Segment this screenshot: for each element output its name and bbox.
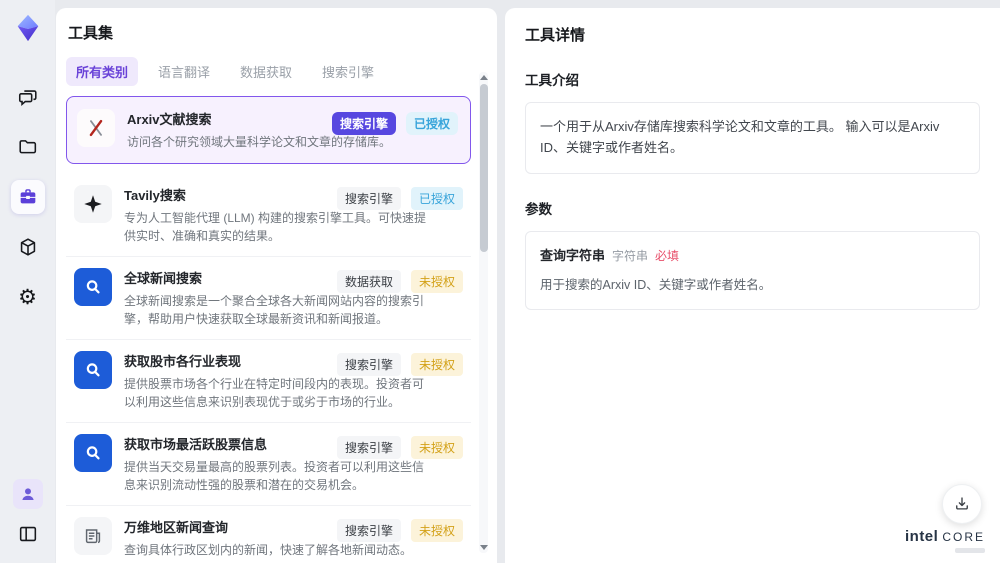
category-badge: 搜索引擎 [336,353,401,376]
intel-logo-subbar [955,548,985,553]
auth-badge: 未授权 [410,436,463,459]
category-tabs: 所有类别 语言翻译 数据获取 搜索引擎 [66,57,471,86]
intel-brand-text: intel [904,528,939,545]
download-icon [956,497,968,510]
scrollbar[interactable] [479,72,488,553]
detail-panel: 工具详情 工具介绍 一个用于从Arxiv存储库搜索科学论文和文章的工具。 输入可… [505,8,1000,563]
core-brand-text: CORE [942,530,985,544]
sidebar-nav: ⚙ [10,80,45,314]
tool-list: Arxiv文献搜索 访问各个研究领域大量科学论文和文章的存储库。 搜索引擎 已授… [66,96,471,563]
scroll-up-arrow-icon[interactable] [479,75,488,80]
tools-panel-title: 工具集 [68,25,114,42]
tool-badges: 搜索引擎 未授权 [336,519,463,542]
tool-description: 提供当天交易量最高的股票列表。投资者可以利用这些信息来识别流动性强的股票和潜在的… [124,460,425,492]
tool-badges: 搜索引擎 已授权 [336,187,463,210]
intel-core-logo: intel CORE [905,528,985,553]
folder-icon [18,140,36,154]
category-badge: 数据获取 [336,270,401,293]
tab-1[interactable]: 所有类别 [66,57,139,86]
tool-card[interactable]: Arxiv文献搜索 访问各个研究领域大量科学论文和文章的存储库。 搜索引擎 已授… [66,96,471,164]
param-head: 查询字符串 字符串 必填 [540,246,965,267]
sidebar-bottom [11,479,45,551]
nav-chat[interactable] [11,80,45,114]
tool-description: 全球新闻搜索是一个聚合全球各大新闻网站内容的搜索引擎，帮助用户快速获取全球最新资… [124,294,425,326]
tool-name: 全球新闻搜索 [124,271,203,286]
nav-tools[interactable] [10,180,45,214]
arxiv-logo-icon [89,119,103,137]
tool-badges: 搜索引擎 未授权 [336,353,463,376]
search-icon [86,280,100,294]
param-description: 用于搜索的Arxiv ID、关键字或作者姓名。 [540,278,772,293]
tool-name: 获取市场最活跃股票信息 [124,437,268,452]
tools-panel: 工具集 所有类别语言翻译数据获取搜索引擎 Arxiv文献搜索 访问各个研究 [56,8,497,563]
auth-badge: 未授权 [410,353,463,376]
nav-files[interactable] [11,130,45,164]
auth-badge: 未授权 [410,270,463,293]
tool-card[interactable]: 获取市场最活跃股票信息 提供当天交易量最高的股票列表。投资者可以利用这些信息来识… [66,423,471,506]
tool-name: 获取股市各行业表现 [124,354,242,369]
nav-models[interactable] [11,230,45,264]
download-button[interactable] [942,484,982,524]
param-name: 查询字符串 [540,247,606,263]
tool-name: Tavily搜索 [124,188,186,203]
auth-badge: 已授权 [410,187,463,210]
tool-card[interactable]: 获取股市各行业表现 提供股票市场各个行业在特定时间段内的表现。投资者可以利用这些… [66,340,471,423]
chat-icon [18,90,37,107]
category-badge: 搜索引擎 [331,112,396,135]
tool-card[interactable]: 全球新闻搜索 全球新闻搜索是一个聚合全球各大新闻网站内容的搜索引擎，帮助用户快速… [66,257,471,340]
scrollbar-thumb[interactable] [479,84,488,252]
toolbox-icon [20,189,35,204]
tavily-star-icon [84,195,102,213]
search-icon [86,446,100,460]
app-logo[interactable] [12,12,44,44]
user-avatar[interactable] [12,479,43,509]
panel-toggle[interactable] [11,517,45,551]
tab-3[interactable]: 数据获取 [230,57,302,86]
category-badge: 搜索引擎 [336,519,401,542]
panel-toggle-icon [19,526,36,542]
tool-badges: 搜索引擎 未授权 [336,436,463,459]
tool-badges: 数据获取 未授权 [336,270,463,293]
tab-2[interactable]: 语言翻译 [148,57,220,86]
diamond-logo-icon [17,14,38,42]
cube-icon [20,238,35,256]
param-card: 查询字符串 字符串 必填 用于搜索的Arxiv ID、关键字或作者姓名。 [525,230,980,311]
tool-badges: 搜索引擎 已授权 [331,112,458,135]
user-icon [21,488,34,500]
scroll-down-arrow-icon[interactable] [479,545,488,550]
tool-description: 查询具体行政区划内的新闻，快速了解各地新闻动态。 [124,543,413,557]
param-type: 字符串 [612,248,649,263]
app-sidebar: ⚙ [0,0,55,563]
tool-name: Arxiv文献搜索 [127,112,212,127]
auth-badge: 已授权 [405,112,458,135]
category-badge: 搜索引擎 [336,436,401,459]
detail-panel-title: 工具详情 [525,27,586,44]
tool-description: 访问各个研究领域大量科学论文和文章的存储库。 [127,135,392,149]
news-icon [85,529,101,544]
intro-text: 一个用于从Arxiv存储库搜索科学论文和文章的工具。 输入可以是Arxiv ID… [540,119,940,155]
nav-settings[interactable]: ⚙ [11,280,45,314]
params-heading: 参数 [525,201,552,217]
tool-description: 专为人工智能代理 (LLM) 构建的搜索引擎工具。可快速提供实时、准确和真实的结… [124,211,427,243]
intro-heading: 工具介绍 [525,73,579,88]
tool-card[interactable]: Tavily搜索 专为人工智能代理 (LLM) 构建的搜索引擎工具。可快速提供实… [66,174,471,257]
tab-4[interactable]: 搜索引擎 [312,57,384,86]
gear-icon: ⚙ [18,285,37,309]
auth-badge: 未授权 [410,519,463,542]
tool-name: 万维地区新闻查询 [124,520,229,535]
tool-card[interactable]: 万维地区新闻查询 查询具体行政区划内的新闻，快速了解各地新闻动态。 搜索引擎 未… [66,506,471,563]
intro-box: 一个用于从Arxiv存储库搜索科学论文和文章的工具。 输入可以是Arxiv ID… [525,102,980,174]
param-required-badge: 必填 [655,248,680,263]
search-icon [86,363,100,377]
category-badge: 搜索引擎 [336,187,401,210]
tool-description: 提供股票市场各个行业在特定时间段内的表现。投资者可以利用这些信息来识别表现优于或… [124,377,425,409]
